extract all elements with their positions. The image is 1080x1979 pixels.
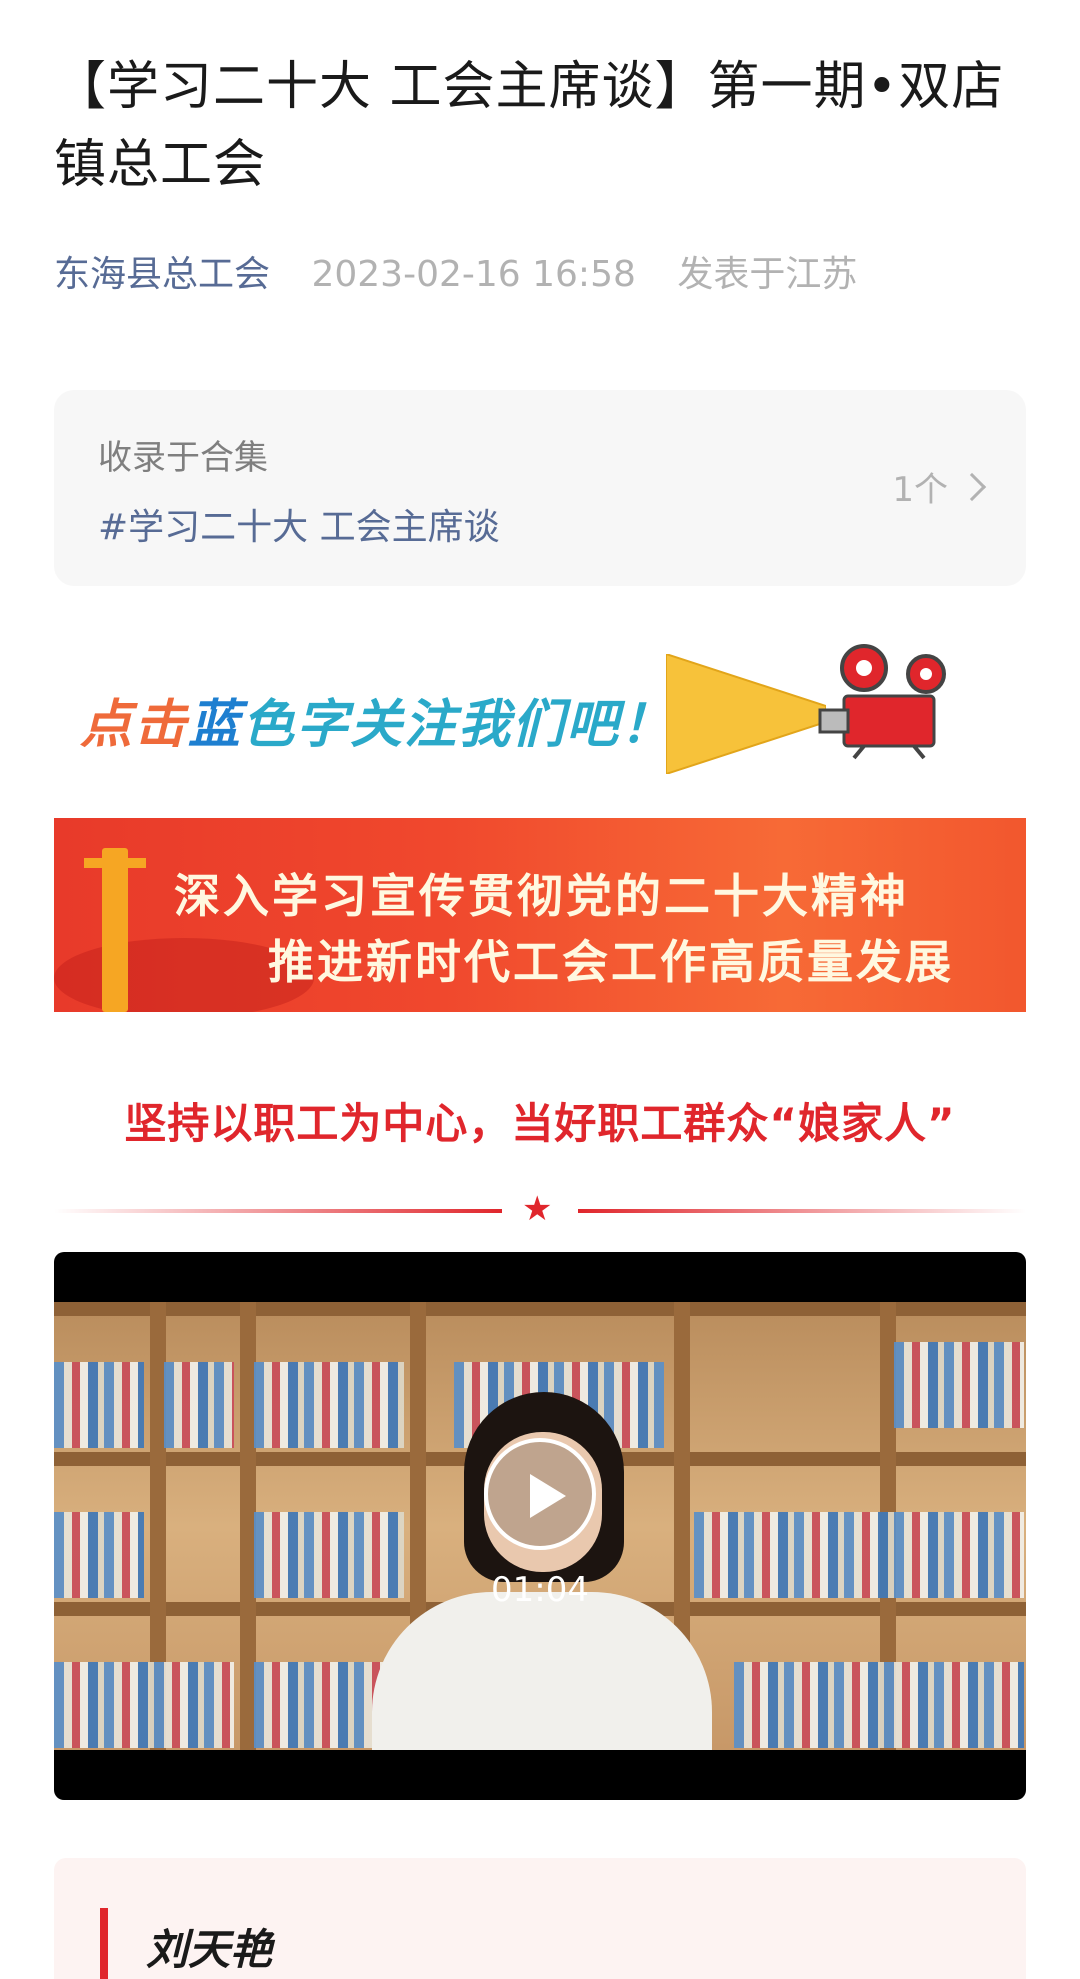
follow-prompt-image: 点击蓝色字关注我们吧！ (54, 640, 1026, 780)
star-icon: ★ (522, 1189, 553, 1229)
bio-name: 刘天艳 (146, 1925, 273, 1974)
collection-count-text: 1个 (892, 470, 948, 510)
follow-prompt-text: 点击蓝色字关注我们吧！ (80, 682, 674, 757)
books-row (54, 1662, 234, 1748)
play-icon (530, 1474, 566, 1518)
author-link[interactable]: 东海县总工会 (54, 254, 270, 295)
bio-accent-bar (100, 1908, 108, 1979)
publish-date: 2023-02-16 16:58 (311, 254, 636, 295)
collection-count[interactable]: 1个 (892, 462, 987, 511)
video-player[interactable]: 01:04 (54, 1252, 1026, 1800)
star-divider: ★ (54, 1192, 1026, 1226)
banner-line-1: 深入学习宣传贯彻党的二十大精神 (174, 869, 909, 923)
header-banner-image: 深入学习宣传贯彻党的二十大精神 推进新时代工会工作高质量发展 (54, 818, 1026, 1012)
follow-text-part: 点击 (80, 695, 189, 755)
article-title: 【学习二十大 工会主席谈】第一期•双店镇总工会 (54, 57, 1005, 195)
follow-text-blue: 蓝 (188, 695, 243, 755)
article-meta: 东海县总工会 2023-02-16 16:58 发表于江苏 (54, 250, 857, 300)
video-duration: 01:04 (491, 1570, 589, 1610)
banner-line-2: 推进新时代工会工作高质量发展 (268, 935, 954, 989)
books-row (894, 1342, 1024, 1428)
projector-beam-icon (665, 652, 827, 776)
follow-text-teal: 色 (242, 695, 297, 755)
divider-line-left (54, 1209, 502, 1213)
chevron-right-icon (957, 472, 987, 501)
divider-line-right (578, 1209, 1026, 1213)
section-subheading: 坚持以职工为中心，当好职工群众“娘家人” (124, 1099, 956, 1148)
speaker-body (372, 1592, 712, 1750)
collection-tag[interactable]: #学习二十大 工会主席谈 (98, 498, 500, 550)
follow-text-rest: 字关注我们吧！ (296, 695, 675, 755)
collection-label: 收录于合集 (98, 438, 268, 478)
banner-pillar-column (102, 848, 128, 1012)
books-row (164, 1362, 234, 1448)
collection-card[interactable]: 收录于合集 #学习二十大 工会主席谈 1个 (54, 390, 1026, 586)
publish-location: 发表于江苏 (677, 254, 858, 295)
film-projector-icon (814, 640, 964, 760)
books-row (54, 1362, 144, 1448)
play-button[interactable] (484, 1438, 596, 1550)
books-row (734, 1662, 1024, 1748)
bio-card: 刘天艳 (54, 1858, 1026, 1979)
